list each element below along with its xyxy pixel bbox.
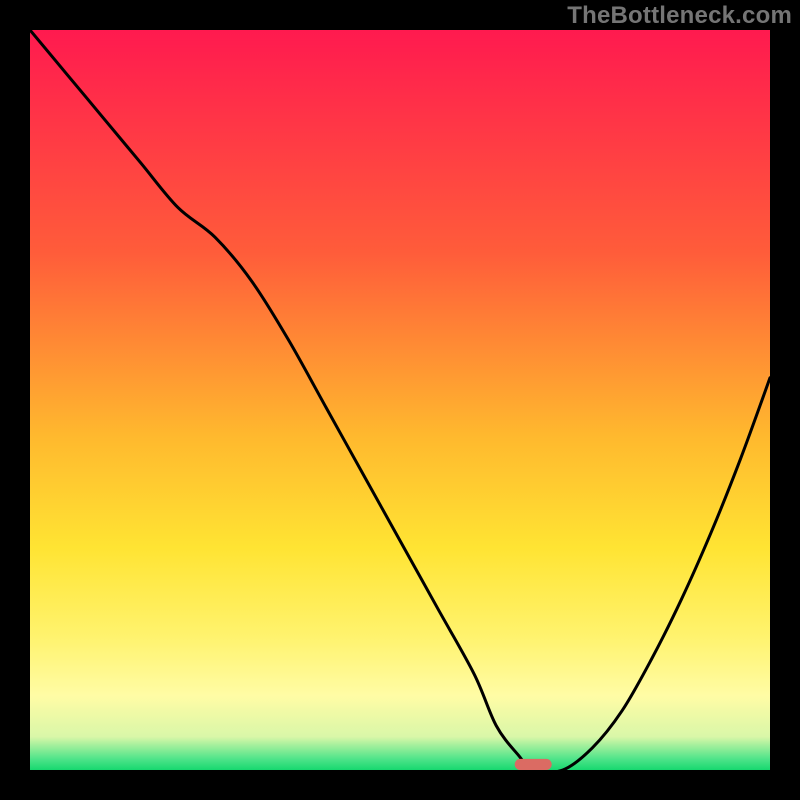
chart-frame: TheBottleneck.com: [0, 0, 800, 800]
watermark-text: TheBottleneck.com: [567, 2, 792, 30]
gradient-background: [30, 30, 770, 770]
plot-area: [30, 30, 770, 770]
optimum-marker: [515, 759, 552, 770]
chart-svg: [30, 30, 770, 770]
